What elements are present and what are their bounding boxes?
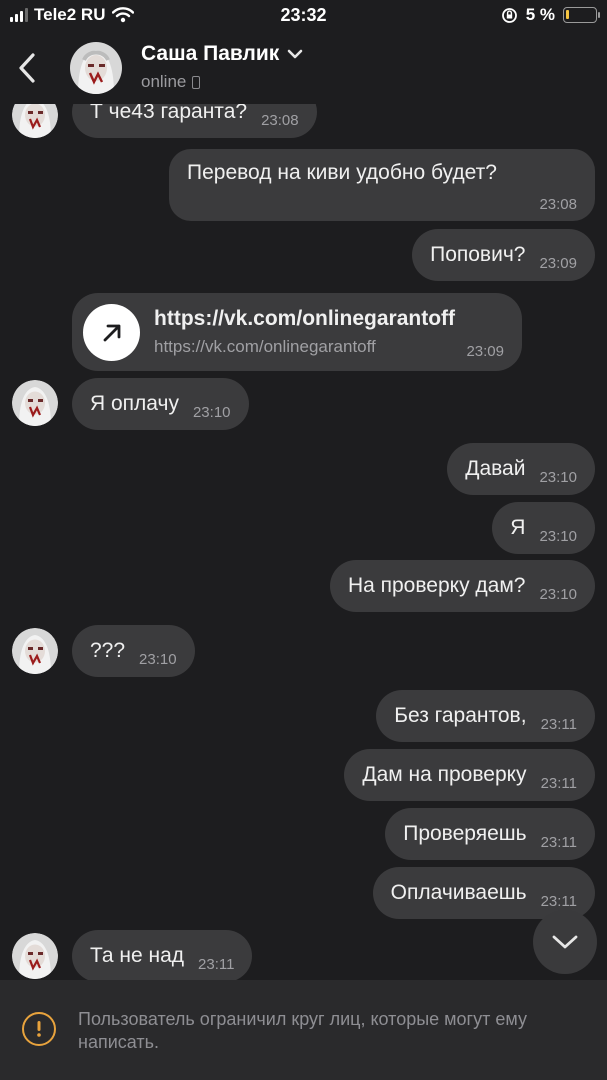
message-text: Давай (465, 457, 526, 480)
message-time: 23:11 (198, 955, 235, 973)
message-time: 23:09 (539, 254, 577, 272)
link-url: https://vk.com/onlinegarantoff (154, 337, 376, 356)
restriction-notice: Пользователь ограничил круг лиц, которые… (0, 980, 607, 1080)
message-time: 23:10 (539, 468, 577, 486)
rotation-lock-icon (501, 7, 517, 23)
message-time: 23:10 (539, 527, 577, 545)
link-message[interactable]: https://vk.com/onlinegarantoff https://v… (72, 293, 522, 371)
contact-avatar[interactable] (70, 42, 122, 94)
message-outgoing[interactable]: Попович? 23:09 (412, 229, 595, 281)
message-time: 23:10 (192, 403, 231, 421)
message-outgoing[interactable]: Перевод на киви удобно будет? 23:08 (169, 149, 595, 221)
link-button[interactable] (83, 304, 140, 361)
message-time: 23:11 (540, 715, 577, 733)
scroll-to-bottom-button[interactable] (533, 910, 597, 974)
message-outgoing[interactable]: Давай 23:10 (447, 443, 595, 495)
message-incoming[interactable]: Т че43 гаранта? 23:08 (72, 104, 317, 138)
chevron-down-icon (552, 935, 578, 949)
phone-icon (192, 75, 201, 89)
message-text: Без гарантов, (394, 704, 527, 727)
message-time: 23:09 (466, 343, 504, 360)
message-time: 23:11 (540, 892, 577, 910)
sender-avatar[interactable] (12, 933, 58, 979)
back-button[interactable] (14, 50, 40, 86)
message-text: ??? (90, 639, 126, 662)
message-list[interactable]: Т че43 гаранта? 23:08 Перевод на киви уд… (0, 104, 607, 980)
message-time: 23:11 (540, 774, 577, 792)
message-time: 23:08 (261, 111, 299, 129)
message-outgoing[interactable]: Проверяешь 23:11 (385, 808, 595, 860)
sender-avatar[interactable] (12, 628, 58, 674)
message-outgoing[interactable]: Я 23:10 (492, 502, 595, 554)
link-title[interactable]: https://vk.com/onlinegarantoff (154, 307, 455, 331)
restriction-text: Пользователь ограничил круг лиц, которые… (78, 1009, 527, 1052)
chevron-down-icon (287, 49, 303, 59)
message-time: 23:08 (539, 196, 577, 213)
sender-avatar[interactable] (12, 104, 58, 138)
sender-avatar[interactable] (12, 380, 58, 426)
message-incoming[interactable]: Та не над 23:11 (72, 930, 253, 980)
contact-name-text: Саша Павлик (141, 42, 280, 65)
message-text: Проверяешь (403, 822, 527, 845)
message-time: 23:10 (139, 650, 177, 668)
message-text: Перевод на киви удобно будет? (187, 161, 497, 184)
contact-name[interactable]: Саша Павлик (141, 42, 303, 66)
message-outgoing[interactable]: Без гарантов, 23:11 (376, 690, 595, 742)
message-text: Та не над (90, 944, 185, 967)
status-right: 5 % (501, 5, 600, 25)
message-time: 23:11 (540, 833, 577, 851)
message-text: Попович? (430, 243, 526, 266)
message-incoming[interactable]: Я оплачу 23:10 (72, 378, 249, 430)
message-time: 23:10 (539, 585, 577, 603)
message-text: Я (510, 516, 526, 539)
chevron-left-icon (19, 53, 35, 83)
arrow-up-right-icon (103, 324, 120, 341)
message-text: Т че43 гаранта? (90, 104, 248, 123)
message-outgoing[interactable]: Дам на проверку 23:11 (344, 749, 595, 801)
message-text: Оплачиваешь (390, 881, 527, 904)
message-text: Дам на проверку (362, 763, 527, 786)
message-outgoing[interactable]: На проверку дам? 23:10 (329, 560, 595, 612)
status-bar: Tele2 RU 23:32 5 % (0, 0, 607, 32)
exclamation-circle-icon (22, 1012, 56, 1046)
chat-header: Саша Павлик online (0, 32, 607, 104)
battery-icon (563, 7, 600, 23)
message-text: На проверку дам? (347, 574, 526, 597)
message-text: Я оплачу (90, 392, 179, 415)
battery-percent: 5 % (525, 5, 555, 24)
online-status: online (141, 72, 187, 91)
message-incoming[interactable]: ??? 23:10 (72, 625, 195, 677)
contact-status: online (141, 72, 201, 92)
